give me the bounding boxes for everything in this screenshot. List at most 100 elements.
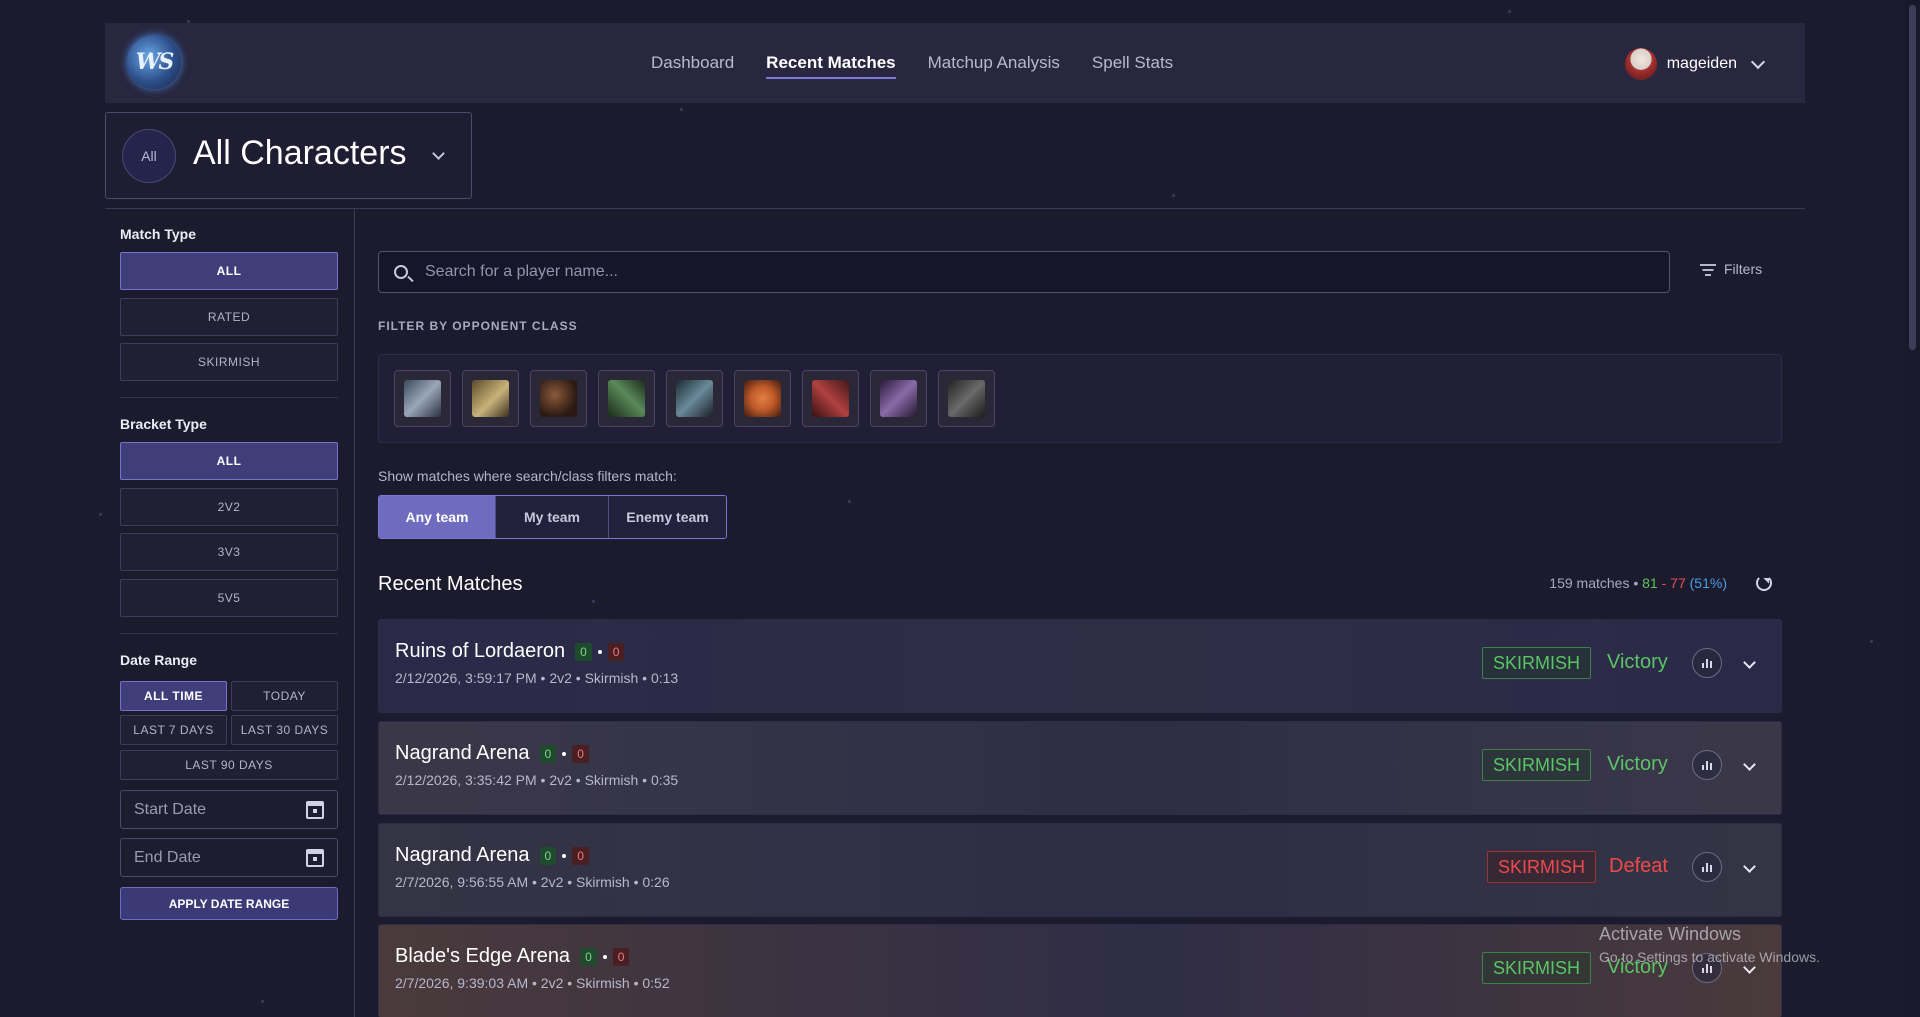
search-input[interactable]: Search for a player name...: [378, 251, 1670, 293]
match-type-badge: SKIRMISH: [1482, 647, 1592, 679]
match-meta: 2/7/2026, 9:39:03 AM • 2v2 • Skirmish • …: [395, 975, 670, 991]
windows-activation-watermark: Activate Windows Go to Settings to activ…: [1599, 924, 1820, 965]
main-nav: Dashboard Recent Matches Matchup Analysi…: [651, 23, 1173, 103]
loss-count: 77: [1670, 575, 1686, 591]
calendar-icon[interactable]: [306, 848, 324, 867]
match-meta: 2/12/2026, 3:59:17 PM • 2v2 • Skirmish •…: [395, 670, 679, 686]
username: mageiden: [1666, 55, 1737, 72]
warrior-icon[interactable]: [394, 370, 451, 427]
match-stats-button[interactable]: [1692, 648, 1722, 678]
match-row[interactable]: Nagrand Arena 0 0 2/7/2026, 9:56:55 AM • 2v…: [378, 823, 1782, 917]
sidebar-divider: [354, 209, 355, 1017]
match-type-label: Match Type: [120, 226, 196, 242]
warlock-icon[interactable]: [870, 370, 927, 427]
bracket-3v3[interactable]: 3V3: [120, 533, 338, 571]
bracket-type-label: Bracket Type: [120, 416, 207, 432]
calendar-icon[interactable]: [306, 800, 324, 819]
match-type-all[interactable]: ALL: [120, 252, 338, 290]
class-filter-label: FILTER BY OPPONENT CLASS: [378, 319, 578, 333]
date-today[interactable]: TODAY: [231, 681, 338, 711]
rogue-icon[interactable]: [598, 370, 655, 427]
date-range-label: Date Range: [120, 652, 198, 668]
team-filter-label: Show matches where search/class filters …: [378, 468, 677, 484]
hunter-icon[interactable]: [530, 370, 587, 427]
nav-dashboard[interactable]: Dashboard: [651, 47, 734, 79]
team-my-button[interactable]: My team: [496, 496, 609, 538]
bracket-all[interactable]: ALL: [120, 442, 338, 480]
main-content: Search for a player name... Filters FILT…: [378, 209, 1782, 1017]
match-row[interactable]: Ruins of Lordaeron 0 0 2/12/2026, 3:59:17 P…: [378, 619, 1782, 713]
date-last-90-days[interactable]: LAST 90 DAYS: [120, 750, 338, 780]
recent-matches-title: Recent Matches: [378, 573, 523, 595]
arena-name: Blade's Edge Arena 0 0: [395, 945, 630, 968]
match-row[interactable]: Nagrand Arena 0 0 2/12/2026, 3:35:42 PM • 2…: [378, 721, 1782, 815]
chevron-down-icon[interactable]: [1743, 860, 1756, 873]
priest-icon[interactable]: [666, 370, 723, 427]
top-nav-bar: WS Dashboard Recent Matches Matchup Anal…: [105, 23, 1805, 103]
arena-name: Ruins of Lordaeron 0 0: [395, 640, 625, 663]
refresh-icon[interactable]: [1756, 575, 1772, 591]
team-enemy-button[interactable]: Enemy team: [609, 496, 726, 538]
match-row[interactable]: Blade's Edge Arena 0 0 2/7/2026, 9:39:03 AM…: [378, 924, 1782, 1017]
character-selector[interactable]: All All Characters: [105, 112, 472, 199]
match-summary: 159 matches • 81 - 77 (51%): [1549, 575, 1727, 591]
bracket-5v5[interactable]: 5V5: [120, 579, 338, 617]
team-filter-toggle: Any team My team Enemy team: [378, 495, 727, 539]
shaman-icon[interactable]: [802, 370, 859, 427]
date-all-time[interactable]: ALL TIME: [120, 681, 227, 711]
bracket-2v2[interactable]: 2V2: [120, 488, 338, 526]
watermark-line2: Go to Settings to activate Windows.: [1599, 949, 1820, 965]
chevron-down-icon: [1750, 54, 1766, 69]
nav-recent-matches[interactable]: Recent Matches: [766, 47, 897, 79]
match-type-rated[interactable]: RATED: [120, 298, 338, 336]
mage-icon[interactable]: [938, 370, 995, 427]
nav-spell-stats[interactable]: Spell Stats: [1092, 47, 1173, 79]
nav-matchup-analysis[interactable]: Matchup Analysis: [928, 47, 1060, 79]
match-meta: 2/7/2026, 9:56:55 AM • 2v2 • Skirmish • …: [395, 874, 670, 890]
match-stats-button[interactable]: [1692, 750, 1722, 780]
chevron-down-icon[interactable]: [1743, 758, 1756, 771]
date-last-30-days[interactable]: LAST 30 DAYS: [231, 715, 338, 745]
scrollbar-thumb[interactable]: [1909, 5, 1916, 350]
arena-name: Nagrand Arena 0 0: [395, 844, 589, 867]
match-result: Victory: [1607, 753, 1668, 775]
match-score: 00: [539, 744, 589, 763]
match-score: 00: [580, 947, 630, 966]
chevron-down-icon[interactable]: [1743, 656, 1756, 669]
filters-label: Filters: [1724, 261, 1763, 277]
match-type-skirmish[interactable]: SKIRMISH: [120, 343, 338, 381]
start-date-field[interactable]: Start Date: [120, 790, 338, 829]
apply-date-range-button[interactable]: APPLY DATE RANGE: [120, 887, 338, 920]
match-stats-button[interactable]: [1692, 852, 1722, 882]
date-last-7-days[interactable]: LAST 7 DAYS: [120, 715, 227, 745]
chevron-down-icon: [432, 147, 445, 160]
win-percentage: (51%): [1689, 575, 1727, 591]
end-date-field[interactable]: End Date: [120, 838, 338, 877]
class-filter-panel: [378, 354, 1782, 443]
match-type-badge: SKIRMISH: [1482, 749, 1592, 781]
page-scrollbar[interactable]: [1905, 0, 1920, 1017]
match-result: Defeat: [1609, 855, 1668, 877]
section-divider: [120, 633, 338, 634]
filters-button[interactable]: Filters: [1700, 261, 1762, 277]
user-menu[interactable]: mageiden: [1624, 48, 1766, 80]
druid-icon[interactable]: [734, 370, 791, 427]
match-type-badge: SKIRMISH: [1487, 851, 1597, 883]
watermark-line1: Activate Windows: [1599, 924, 1742, 944]
paladin-icon[interactable]: [462, 370, 519, 427]
character-title: All Characters: [193, 134, 407, 172]
match-score: 00: [575, 642, 625, 661]
match-result: Victory: [1607, 651, 1668, 673]
team-any-button[interactable]: Any team: [379, 496, 496, 538]
match-type-badge: SKIRMISH: [1482, 952, 1592, 984]
section-divider: [120, 397, 338, 398]
filter-icon: [1700, 263, 1716, 276]
app-logo[interactable]: WS: [127, 35, 181, 89]
end-date-placeholder: End Date: [134, 848, 201, 866]
win-count: 81: [1642, 575, 1658, 591]
character-avatar: All: [122, 129, 176, 183]
start-date-placeholder: Start Date: [134, 800, 207, 818]
search-icon: [394, 265, 408, 279]
match-score: 00: [539, 846, 589, 865]
avatar: [1624, 48, 1657, 80]
